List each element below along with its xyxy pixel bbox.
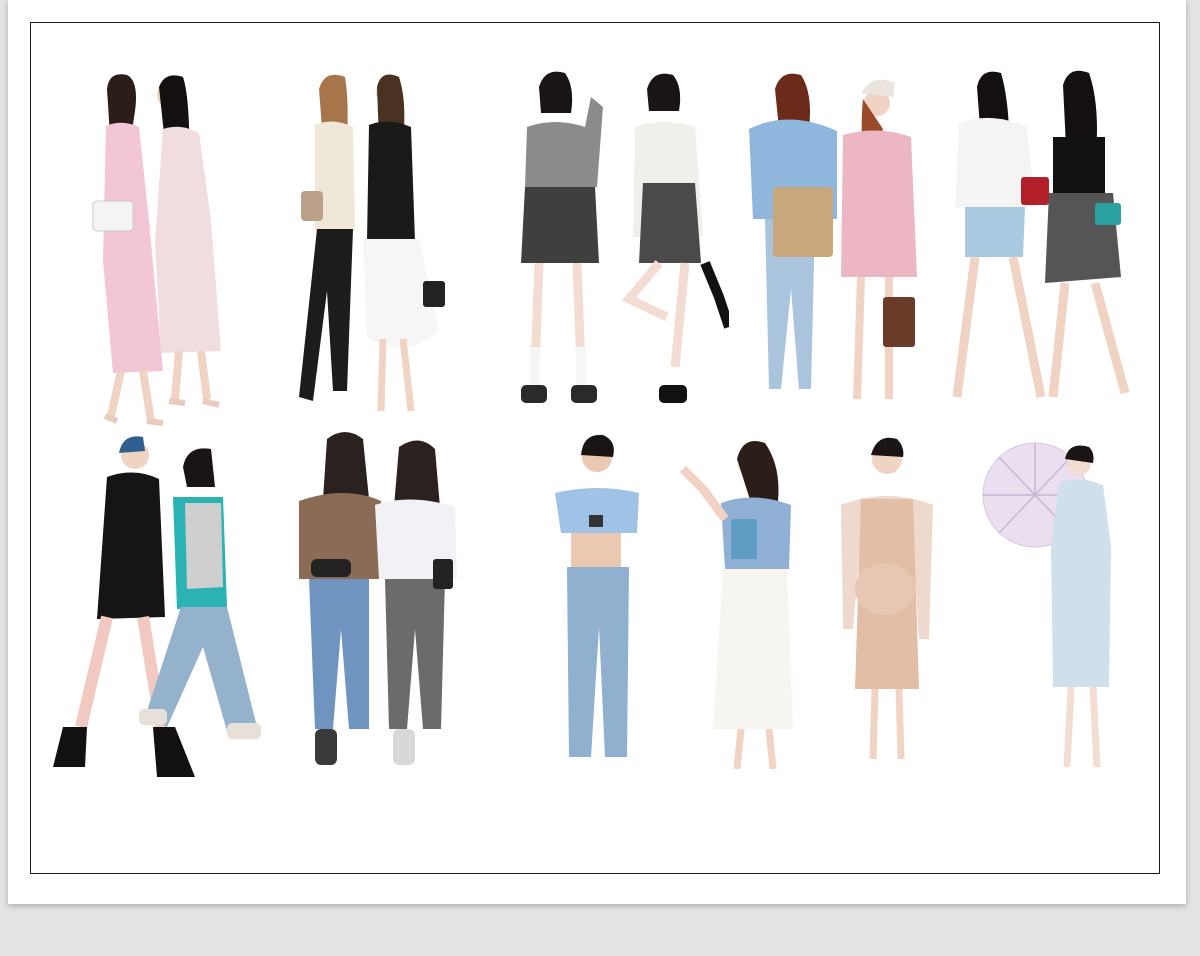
pair-6 [47, 427, 267, 787]
person-figure-icon [92, 74, 221, 426]
person-figure-icon [521, 71, 729, 403]
image-frame [30, 22, 1160, 874]
person-figure-icon [679, 441, 793, 770]
umbrella-figure-icon [982, 442, 1111, 768]
person-figure-icon [841, 437, 933, 760]
person-figure-icon [749, 73, 917, 400]
person-figure-icon [299, 74, 445, 412]
person-figure-icon [952, 70, 1130, 398]
single-3 [833, 429, 943, 789]
person-figure-icon [53, 436, 261, 777]
single-1 [543, 427, 653, 787]
person-figure-icon [555, 434, 639, 757]
single-4 [959, 427, 1129, 787]
person-figure-icon [299, 432, 457, 765]
pair-4 [733, 69, 923, 429]
pair-1 [51, 71, 241, 431]
single-2 [673, 429, 805, 789]
pair-2 [263, 71, 453, 431]
pair-7 [285, 429, 475, 789]
pair-5 [935, 67, 1145, 437]
pair-3 [499, 67, 729, 437]
white-sheet [8, 0, 1186, 904]
